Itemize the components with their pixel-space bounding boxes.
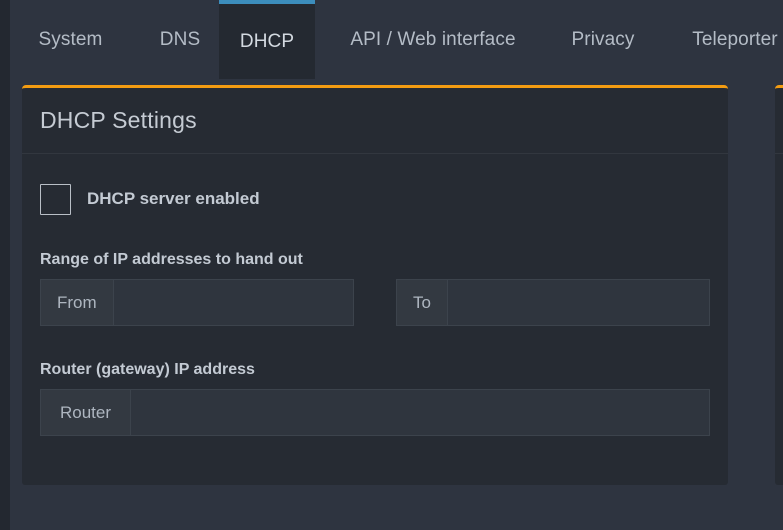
router-group: Router — [40, 389, 710, 436]
tab-api-web-interface[interactable]: API / Web interface — [335, 0, 531, 79]
range-to-group: To — [396, 279, 710, 326]
left-sidebar-rail — [0, 0, 10, 530]
range-from-prepend: From — [40, 279, 113, 326]
card-body: DHCP server enabled Range of IP addresse… — [22, 154, 728, 436]
settings-tab-bar: System DNS DHCP API / Web interface Priv… — [10, 0, 783, 79]
range-to-input[interactable] — [446, 279, 710, 326]
adjacent-settings-card — [775, 85, 783, 485]
ip-range-input-row: From To — [40, 279, 710, 326]
router-prepend: Router — [40, 389, 131, 436]
router-input[interactable] — [130, 389, 710, 436]
card-header: DHCP Settings — [22, 88, 728, 154]
range-from-input[interactable] — [112, 279, 354, 326]
range-from-group: From — [40, 279, 354, 326]
adjacent-card-header — [775, 88, 783, 154]
tab-dhcp[interactable]: DHCP — [219, 0, 315, 79]
range-to-prepend: To — [396, 279, 447, 326]
dhcp-server-enabled-row: DHCP server enabled — [40, 182, 710, 216]
dhcp-server-enabled-label[interactable]: DHCP server enabled — [87, 189, 260, 209]
router-section-label: Router (gateway) IP address — [40, 361, 255, 378]
tab-system[interactable]: System — [18, 0, 123, 79]
router-input-row: Router — [40, 389, 710, 436]
tab-privacy[interactable]: Privacy — [553, 0, 653, 79]
ip-range-section-label: Range of IP addresses to hand out — [40, 251, 303, 268]
dhcp-settings-card: DHCP Settings DHCP server enabled Range … — [22, 85, 728, 485]
dhcp-server-enabled-checkbox[interactable] — [40, 183, 71, 215]
tab-teleporter[interactable]: Teleporter — [670, 0, 783, 79]
tab-dns[interactable]: DNS — [142, 0, 218, 79]
page-title: DHCP Settings — [40, 107, 197, 133]
